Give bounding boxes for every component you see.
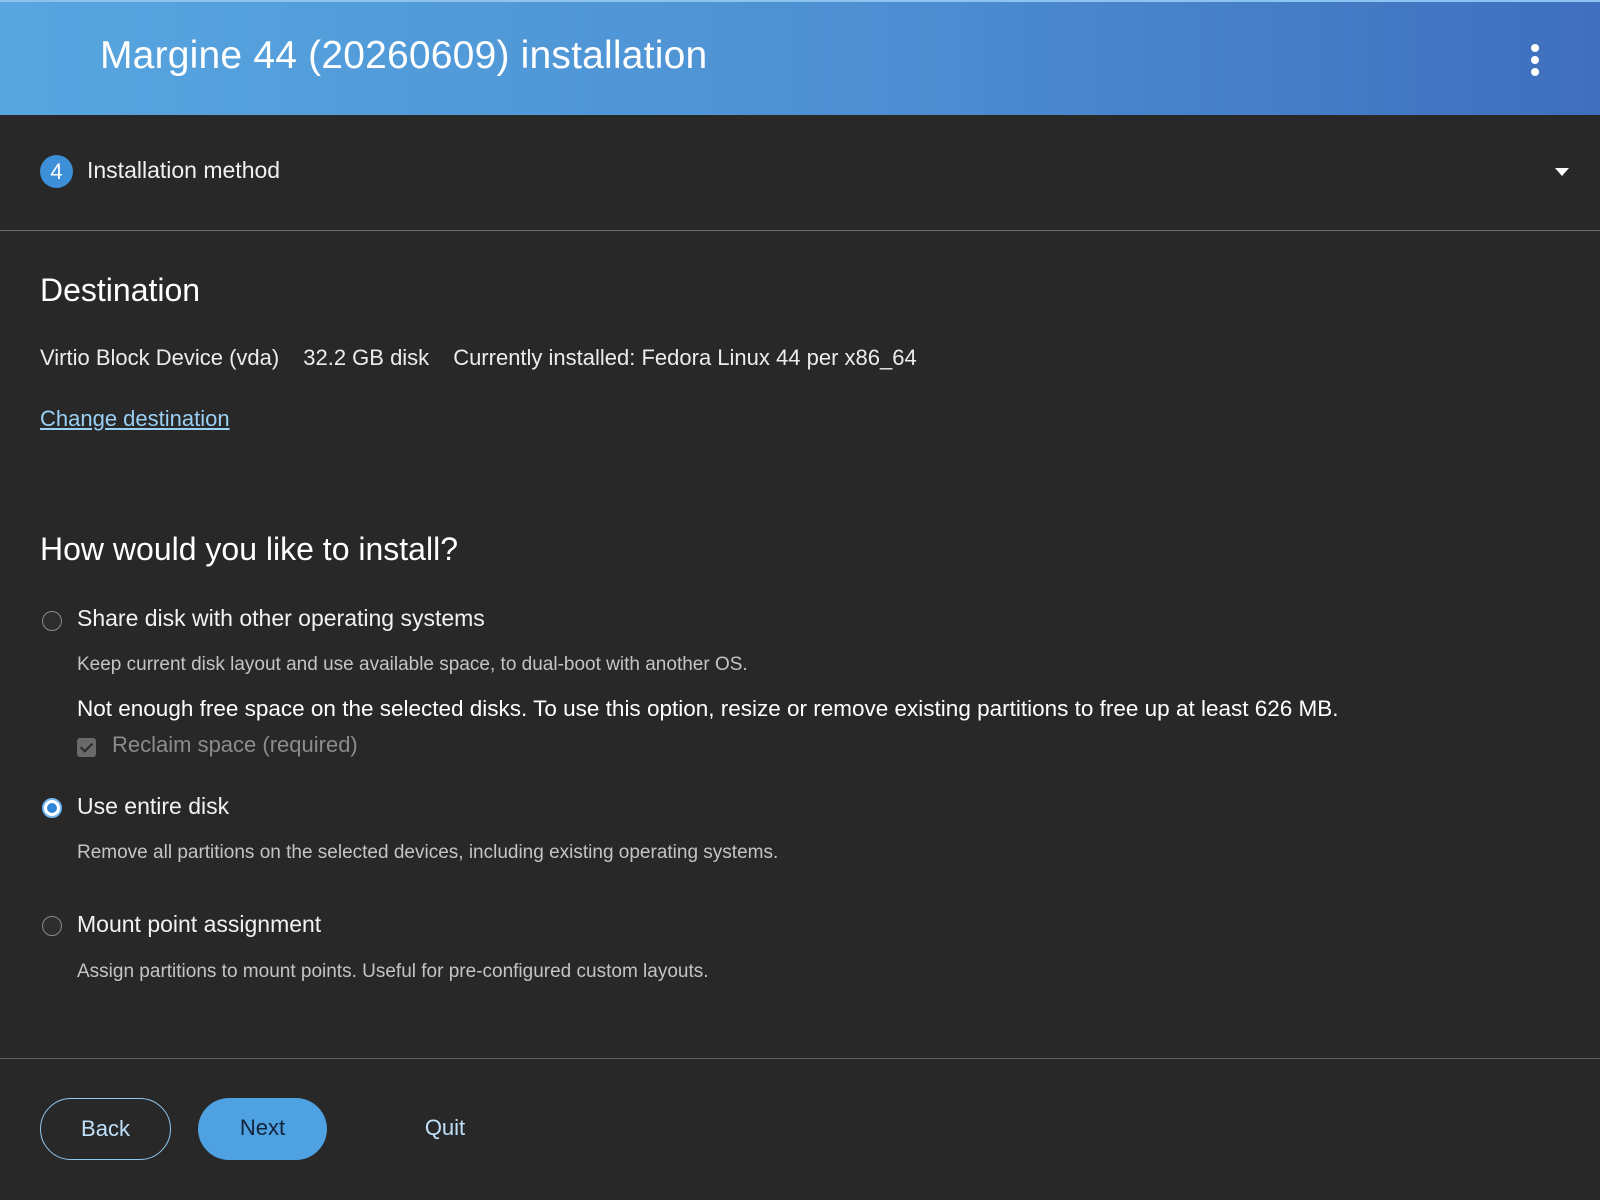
install-method-heading: How would you like to install?: [40, 531, 458, 567]
back-button[interactable]: Back: [40, 1098, 171, 1160]
footer-divider: [0, 1058, 1600, 1059]
kebab-vertical-icon[interactable]: [1524, 42, 1546, 78]
change-destination-link[interactable]: Change destination: [40, 406, 230, 432]
step-toggle[interactable]: 4 Installation method: [0, 115, 1600, 231]
destination-device: Virtio Block Device (vda): [40, 345, 280, 370]
destination-size: 32.2 GB disk: [303, 345, 430, 370]
destination-installed: Currently installed: Fedora Linux 44 per…: [453, 345, 917, 370]
step-number-badge: 4: [40, 155, 73, 188]
step-label: Installation method: [87, 157, 281, 183]
kebab-dot: [1531, 44, 1539, 52]
page-title: Margine 44 (20260609) installation: [100, 34, 708, 77]
caret-down-icon[interactable]: [1555, 168, 1569, 176]
use-entire-disk-description: Remove all partitions on the selected de…: [77, 842, 779, 863]
mount-point-label[interactable]: Mount point assignment: [77, 911, 321, 938]
share-disk-label[interactable]: Share disk with other operating systems: [77, 605, 485, 632]
next-button[interactable]: Next: [198, 1098, 327, 1160]
quit-button[interactable]: Quit: [402, 1098, 488, 1160]
mount-point-radio[interactable]: [42, 916, 62, 936]
reclaim-space-label: Reclaim space (required): [112, 732, 358, 757]
use-entire-disk-radio[interactable]: [42, 798, 62, 818]
kebab-dot: [1531, 68, 1539, 76]
share-disk-description: Keep current disk layout and use availab…: [77, 654, 748, 675]
destination-heading: Destination: [40, 272, 201, 308]
mount-point-description: Assign partitions to mount points. Usefu…: [77, 961, 709, 982]
reclaim-space-checkbox: [77, 738, 96, 757]
app-header: Margine 44 (20260609) installation: [0, 0, 1600, 115]
share-disk-warning: Not enough free space on the selected di…: [77, 696, 1339, 721]
share-disk-radio[interactable]: [42, 611, 62, 631]
use-entire-disk-label[interactable]: Use entire disk: [77, 793, 229, 820]
kebab-dot: [1531, 56, 1539, 64]
destination-info: Virtio Block Device (vda) 32.2 GB disk Cur…: [40, 345, 941, 371]
